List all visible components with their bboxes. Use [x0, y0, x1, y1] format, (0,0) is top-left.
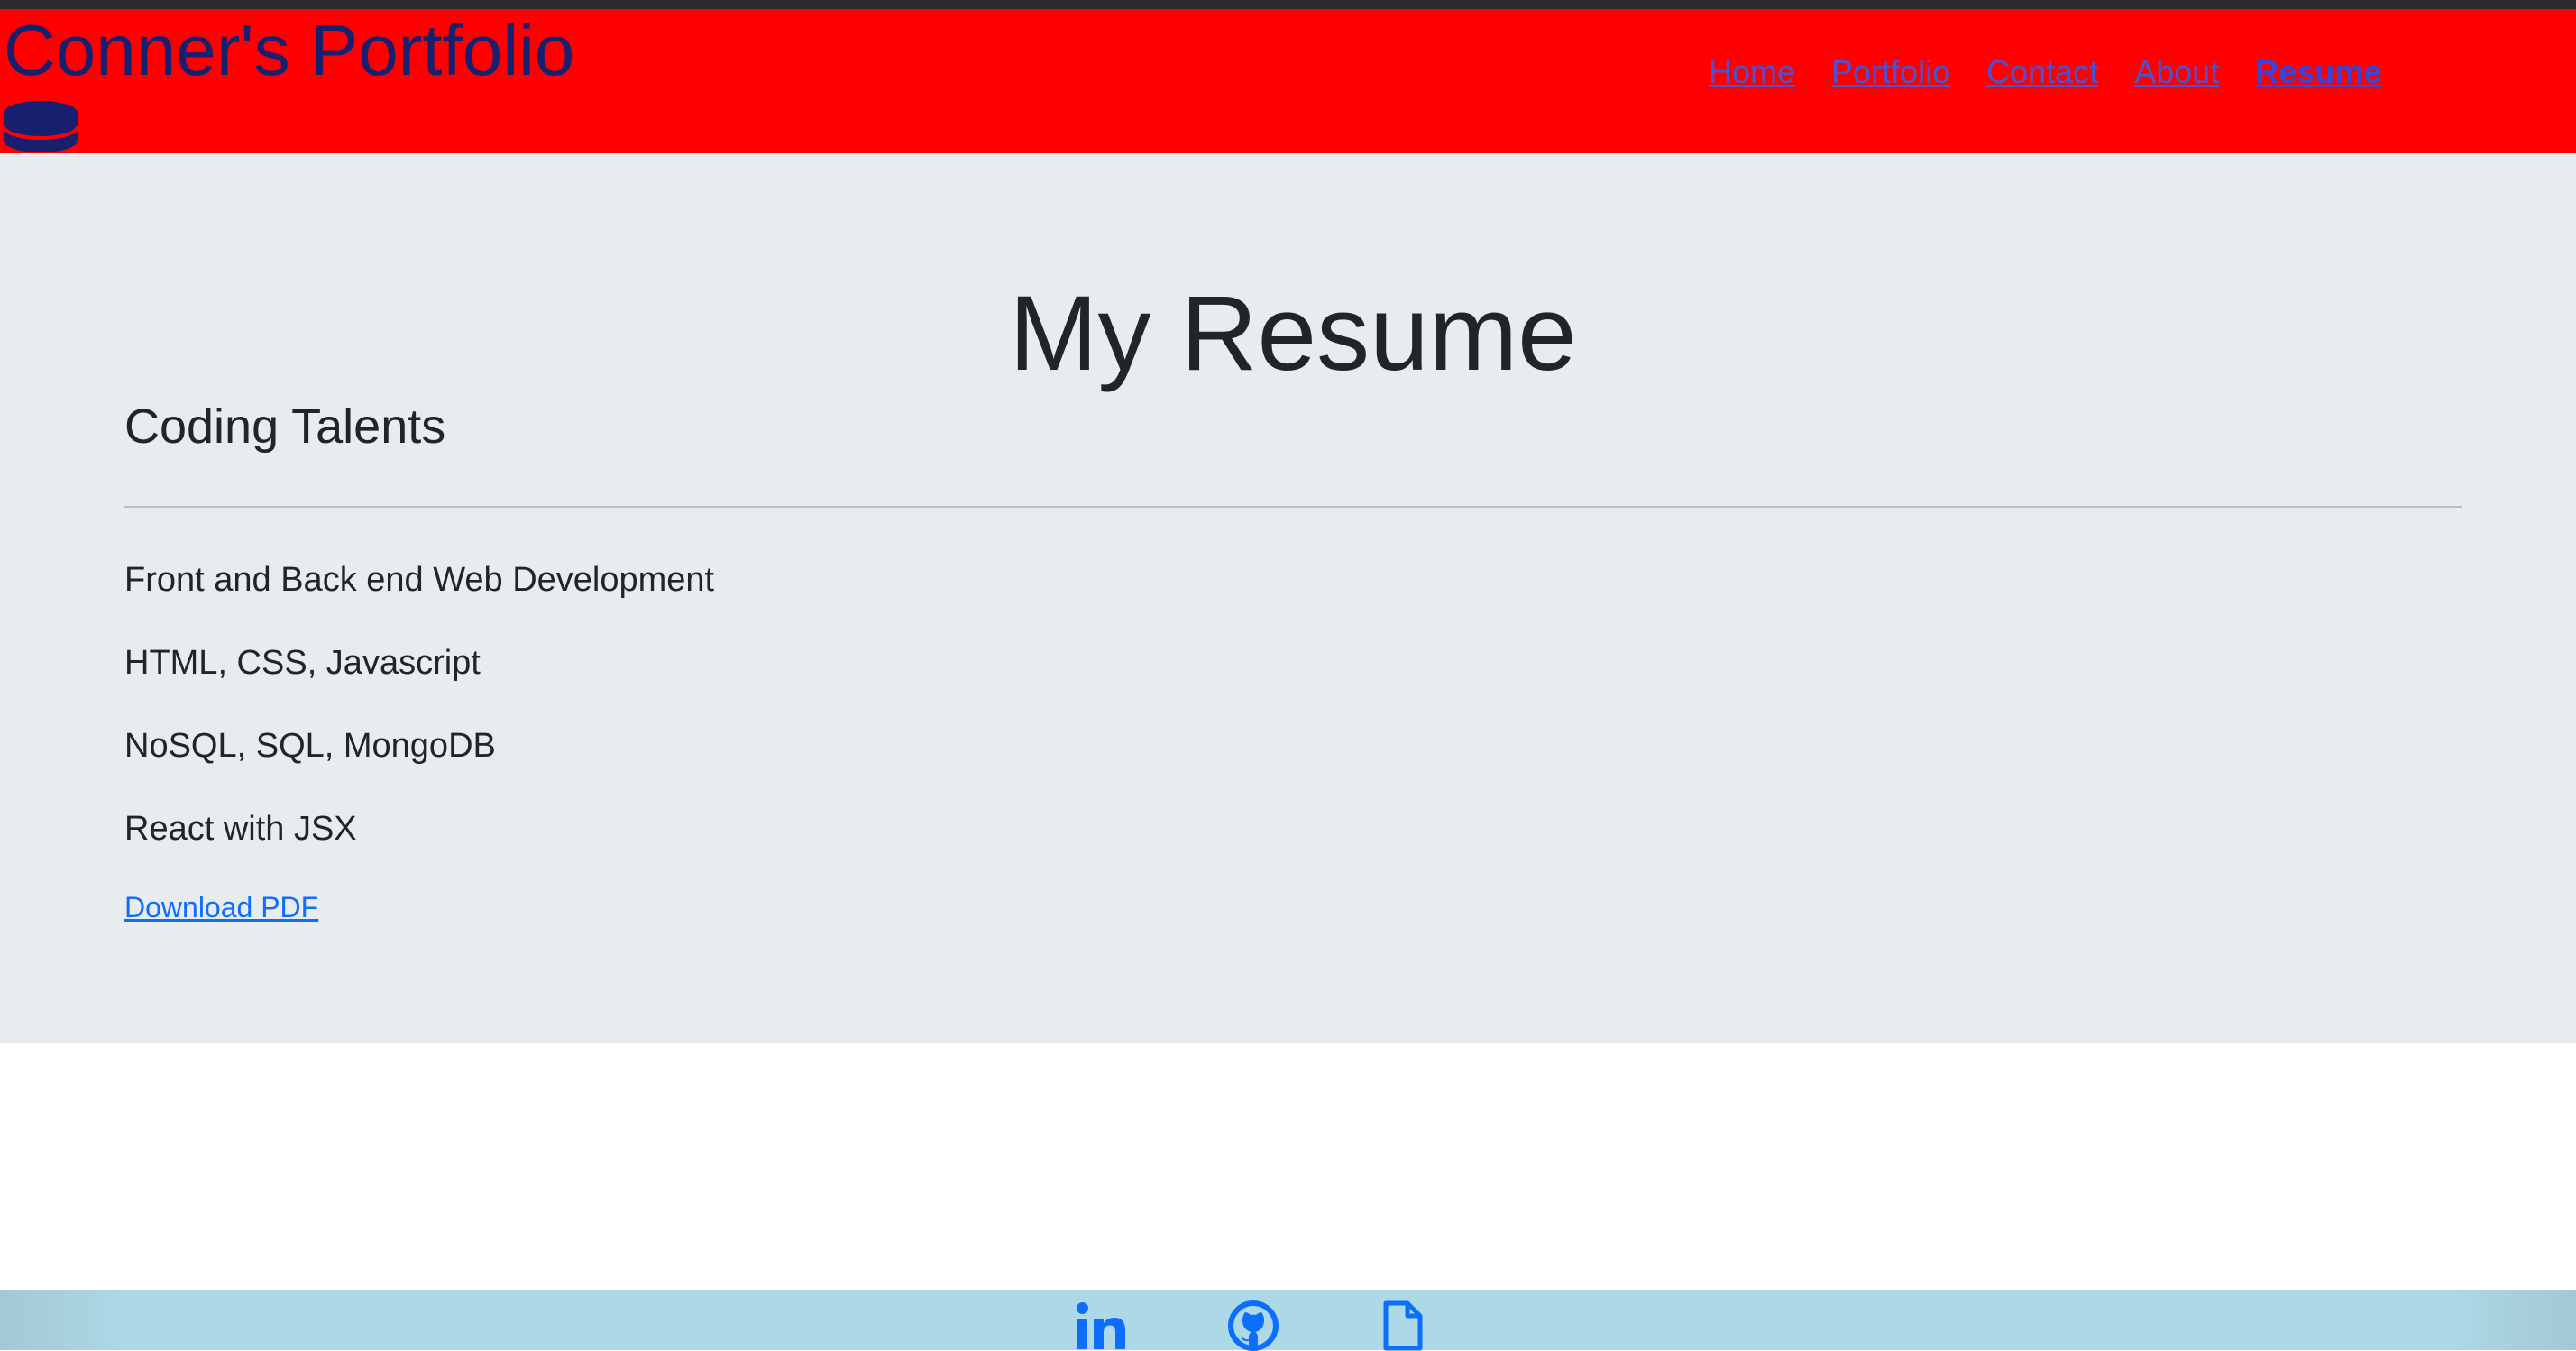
nav-portfolio-link[interactable]: Portfolio — [1831, 52, 1950, 92]
download-pdf-link[interactable]: Download PDF — [124, 889, 318, 925]
window-top-strip — [0, 0, 2576, 9]
linkedin-icon[interactable] — [1076, 1300, 1126, 1351]
nav-about-link[interactable]: About — [2134, 52, 2219, 92]
nav-home-link[interactable]: Home — [1709, 52, 1795, 92]
skill-item: NoSQL, SQL, MongoDB — [124, 727, 496, 765]
file-icon[interactable] — [1382, 1300, 1424, 1351]
database-icon — [2, 101, 79, 152]
section-divider — [124, 506, 2462, 508]
page-title: My Resume — [1009, 274, 1577, 393]
github-icon[interactable] — [1228, 1300, 1279, 1351]
brand-title[interactable]: Conner's Portfolio — [4, 9, 574, 92]
main-nav: Home Portfolio Contact About Resume — [1709, 52, 2381, 92]
site-header: Conner's Portfolio Home Portfolio Contac… — [0, 9, 2576, 153]
skill-item: React with JSX — [124, 810, 357, 848]
nav-contact-link[interactable]: Contact — [1986, 52, 2098, 92]
site-footer — [0, 1290, 2576, 1351]
resume-section: My Resume Coding Talents Front and Back … — [0, 153, 2576, 1043]
skill-item: HTML, CSS, Javascript — [124, 644, 481, 682]
section-heading: Coding Talents — [124, 400, 446, 454]
skill-item: Front and Back end Web Development — [124, 561, 715, 599]
nav-resume-link[interactable]: Resume — [2255, 52, 2381, 92]
